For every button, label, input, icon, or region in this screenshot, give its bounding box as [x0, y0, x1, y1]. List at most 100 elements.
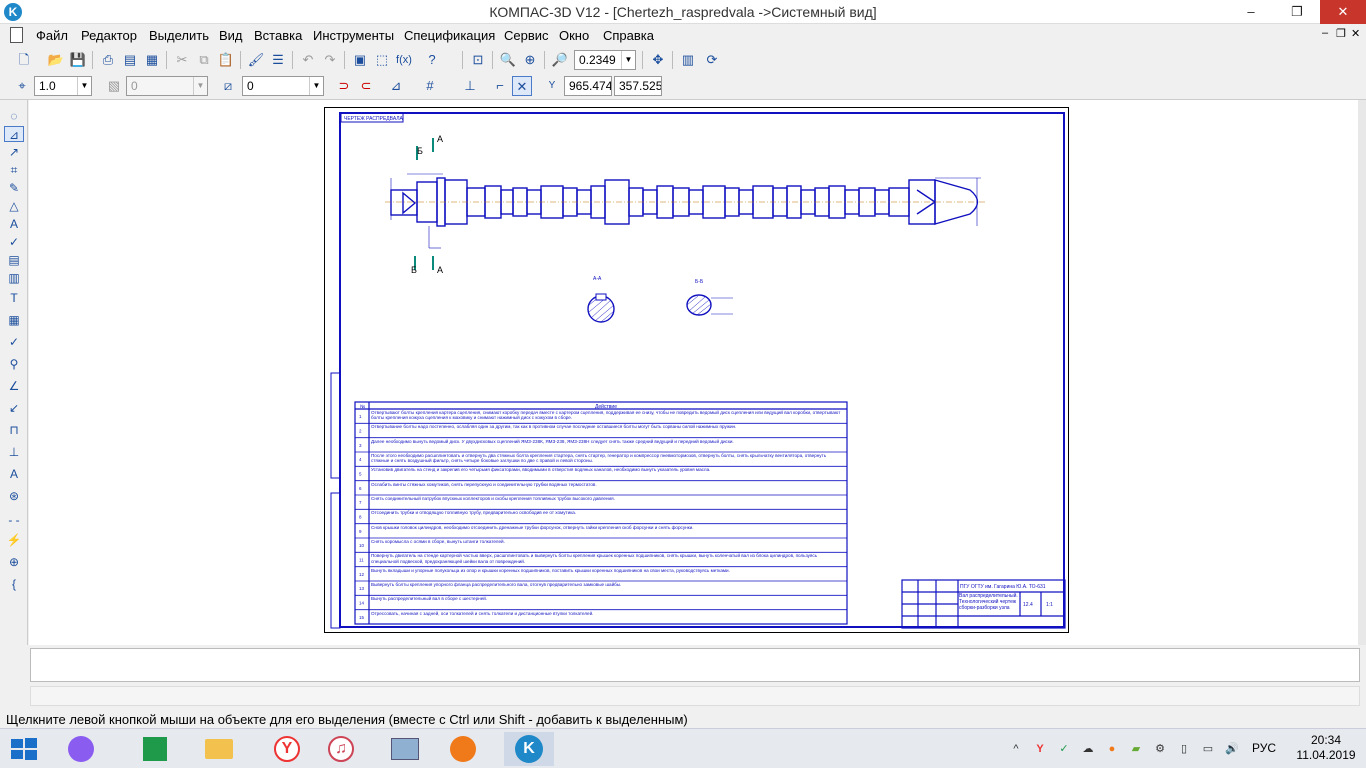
drawing-sheet[interactable]: ЧЕРТЕЖ РАСПРЕДВАЛА Б А Б А А-А Б-Б № Дей…	[324, 107, 1069, 633]
menu-editor[interactable]: Редактор	[81, 28, 137, 43]
local-cs-icon[interactable]: ⊥	[460, 76, 480, 96]
reports-icon[interactable]: ▥	[4, 270, 24, 286]
chevron-down-icon[interactable]: ▼	[621, 51, 635, 69]
text-underline-icon[interactable]: A	[4, 466, 24, 482]
menu-select[interactable]: Выделить	[149, 28, 209, 43]
kompas-taskbar-icon[interactable]: K	[504, 732, 554, 766]
properties-icon[interactable]: ▦	[142, 50, 162, 70]
style-icon[interactable]: ⧄	[218, 76, 238, 96]
angle-icon[interactable]: ∠	[4, 378, 24, 394]
dimensions-icon[interactable]: ⊿	[4, 126, 24, 142]
open-folder-icon[interactable]: 📂	[46, 50, 66, 70]
ortho-mode-icon[interactable]: ⌐	[490, 76, 510, 96]
undo-icon[interactable]: ↶	[298, 50, 318, 70]
variables-icon[interactable]: f(x)	[394, 50, 414, 70]
target-icon[interactable]: ⊕	[4, 554, 24, 570]
tray-avast-icon[interactable]: ●	[1104, 741, 1120, 757]
zoom-in-icon[interactable]: ⊕	[520, 50, 540, 70]
monitor-app-icon[interactable]	[380, 732, 430, 766]
wave-icon[interactable]: ⊛	[4, 488, 24, 504]
cursor-mode-icon[interactable]: ✕	[512, 76, 532, 96]
menu-view[interactable]: Вид	[219, 28, 243, 43]
avast-icon[interactable]	[438, 732, 488, 766]
parametrization-icon[interactable]: ✎	[4, 180, 24, 196]
notation-icon[interactable]: ↗	[4, 144, 24, 160]
tray-volume-icon[interactable]: 🔊	[1224, 741, 1240, 757]
tray-nvidia-icon[interactable]: ▰	[1128, 741, 1144, 757]
print-icon[interactable]: ⎙	[98, 50, 118, 70]
pan-icon[interactable]: ✥	[648, 50, 668, 70]
help-pointer-icon[interactable]: ?	[422, 50, 442, 70]
zoom-icon[interactable]: 🔎	[550, 50, 570, 70]
close-button[interactable]: ✕	[1320, 0, 1366, 24]
axis-icon[interactable]: ‐ ‐	[4, 512, 24, 528]
new-document-icon[interactable]: 🗋	[14, 50, 34, 70]
select-icon[interactable]: A	[4, 216, 24, 232]
library-icon[interactable]: ⬚	[372, 50, 392, 70]
list-icon[interactable]: ☰	[268, 50, 288, 70]
mdi-minimize-button[interactable]: –	[1322, 27, 1328, 39]
tray-cloud-icon[interactable]: ☁	[1080, 741, 1096, 757]
frame-icon[interactable]: ⊓	[4, 422, 24, 438]
tray-network-icon[interactable]: ▯	[1176, 741, 1192, 757]
magnet-icon[interactable]: ⊃	[334, 76, 354, 96]
document-icon[interactable]	[10, 27, 23, 43]
file-explorer-icon[interactable]	[194, 732, 244, 766]
grid-icon[interactable]: #	[420, 76, 440, 96]
text-icon[interactable]: T	[4, 290, 24, 306]
chevron-down-icon[interactable]: ▼	[77, 77, 91, 95]
menu-service[interactable]: Сервис	[504, 28, 549, 43]
mdi-close-button[interactable]: ✕	[1351, 27, 1360, 40]
itunes-icon[interactable]: ♫	[316, 732, 366, 766]
properties-panel[interactable]	[30, 648, 1360, 682]
alice-assistant-icon[interactable]	[56, 732, 106, 766]
refresh-icon[interactable]: ⟳	[702, 50, 722, 70]
menu-specification[interactable]: Спецификация	[404, 28, 495, 43]
style-field[interactable]: 0 ▼	[242, 76, 324, 96]
minimize-button[interactable]: –	[1228, 0, 1274, 24]
layer-field[interactable]: 0 ▼	[126, 76, 208, 96]
redo-icon[interactable]: ↷	[320, 50, 340, 70]
zoom-window-icon[interactable]: 🔍	[498, 50, 518, 70]
coord-x-field[interactable]: 965.474	[564, 76, 612, 96]
snap-magnet-icon[interactable]: ⊂	[356, 76, 376, 96]
yandex-browser-icon[interactable]: Y	[262, 732, 312, 766]
leader-icon[interactable]: ↙	[4, 400, 24, 416]
layer-icon[interactable]: ▧	[104, 76, 124, 96]
edit-icon[interactable]: ⌗	[4, 162, 24, 178]
manager-icon[interactable]: ▣	[350, 50, 370, 70]
stamp-icon[interactable]: ⚲	[4, 356, 24, 372]
tray-yandex-icon[interactable]: Y	[1032, 741, 1048, 757]
windows-start-icon[interactable]	[10, 737, 38, 761]
cut-icon[interactable]: ✂	[172, 50, 192, 70]
menu-file[interactable]: Файл	[36, 28, 68, 43]
tray-steam-icon[interactable]: ⚙	[1152, 741, 1168, 757]
vertical-scrollbar[interactable]	[1358, 100, 1366, 645]
paste-icon[interactable]: 📋	[216, 50, 236, 70]
measure-icon[interactable]: △	[4, 198, 24, 214]
tray-device-icon[interactable]: ▭	[1200, 741, 1216, 757]
copy-format-icon[interactable]: 🖌	[246, 50, 266, 70]
menu-window[interactable]: Окно	[559, 28, 589, 43]
menu-insert[interactable]: Вставка	[254, 28, 302, 43]
copy-icon[interactable]: ⧉	[194, 50, 214, 70]
coord-y-field[interactable]: 357.525	[614, 76, 662, 96]
zoom-level-field[interactable]: 0.2349 ▼	[574, 50, 636, 70]
tray-check-icon[interactable]: ✓	[1056, 741, 1072, 757]
zoom-frame-icon[interactable]: ⊡	[468, 50, 488, 70]
lightning-icon[interactable]: ⚡	[4, 532, 24, 548]
chevron-down-icon[interactable]: ▼	[309, 77, 323, 95]
orthogonal-icon[interactable]: ⊿	[386, 76, 406, 96]
scale-field[interactable]: 1.0 ▼	[34, 76, 92, 96]
system-clock[interactable]: 20:34 11.04.2019	[1296, 733, 1356, 763]
tray-chevron-icon[interactable]: ^	[1008, 741, 1024, 757]
spec-icon[interactable]: ▤	[4, 252, 24, 268]
redraw-icon[interactable]: ▥	[678, 50, 698, 70]
geometry-icon[interactable]: ◌	[4, 108, 24, 124]
chevron-down-icon[interactable]: ▼	[193, 77, 207, 95]
language-indicator[interactable]: РУС	[1252, 741, 1276, 755]
print-preview-icon[interactable]: ▤	[120, 50, 140, 70]
associative-icon[interactable]: ✓	[4, 234, 24, 250]
mdi-restore-button[interactable]: ❐	[1336, 27, 1346, 40]
brace-icon[interactable]: {	[4, 576, 24, 592]
